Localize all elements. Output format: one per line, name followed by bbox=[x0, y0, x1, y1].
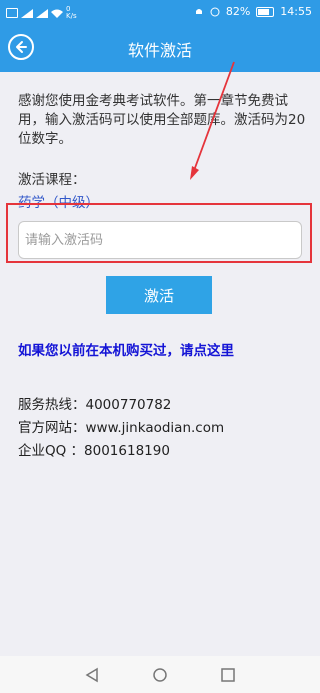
website: 官方网站：www.jinkaodian.com bbox=[18, 420, 225, 436]
annotation-arrow bbox=[190, 61, 235, 180]
intro-text: 感谢您使用金考典考试软件。第一章节免费试用，输入激活码可以使用全部题库。激活码为… bbox=[18, 93, 306, 147]
status-bar: 0 K/s 82% 14:55 bbox=[0, 0, 320, 24]
bell-icon bbox=[195, 8, 202, 14]
battery-percent: 82% bbox=[225, 5, 251, 18]
sim-icon bbox=[6, 8, 18, 18]
hotline: 服务热线：4000770782 bbox=[18, 397, 172, 413]
course-label: 激活课程： bbox=[18, 172, 86, 188]
nav-home-icon[interactable] bbox=[152, 667, 168, 683]
status-right: 82% 14:55 bbox=[194, 5, 312, 18]
battery-icon bbox=[256, 6, 275, 17]
nav-back-icon[interactable] bbox=[84, 667, 100, 683]
alarm-icon bbox=[210, 7, 220, 16]
nav-bar bbox=[0, 656, 320, 693]
purchased-link[interactable]: 如果您以前在本机购买过，请点这里 bbox=[18, 339, 234, 359]
activation-code-input[interactable] bbox=[18, 221, 302, 259]
signal-icon bbox=[36, 8, 48, 18]
wifi-icon bbox=[51, 9, 63, 18]
page-title: 软件激活 bbox=[127, 41, 192, 60]
qq: 企业QQ ：8001618190 bbox=[18, 443, 170, 459]
status-left: 0 K/s bbox=[6, 6, 77, 20]
activate-button[interactable]: 激活 bbox=[106, 276, 212, 314]
signal-icon bbox=[21, 8, 33, 18]
net-speed: 0 K/s bbox=[66, 5, 77, 20]
title-bar: 软件激活 bbox=[0, 24, 320, 72]
nav-recent-icon[interactable] bbox=[220, 667, 236, 683]
clock: 14:55 bbox=[280, 5, 312, 18]
